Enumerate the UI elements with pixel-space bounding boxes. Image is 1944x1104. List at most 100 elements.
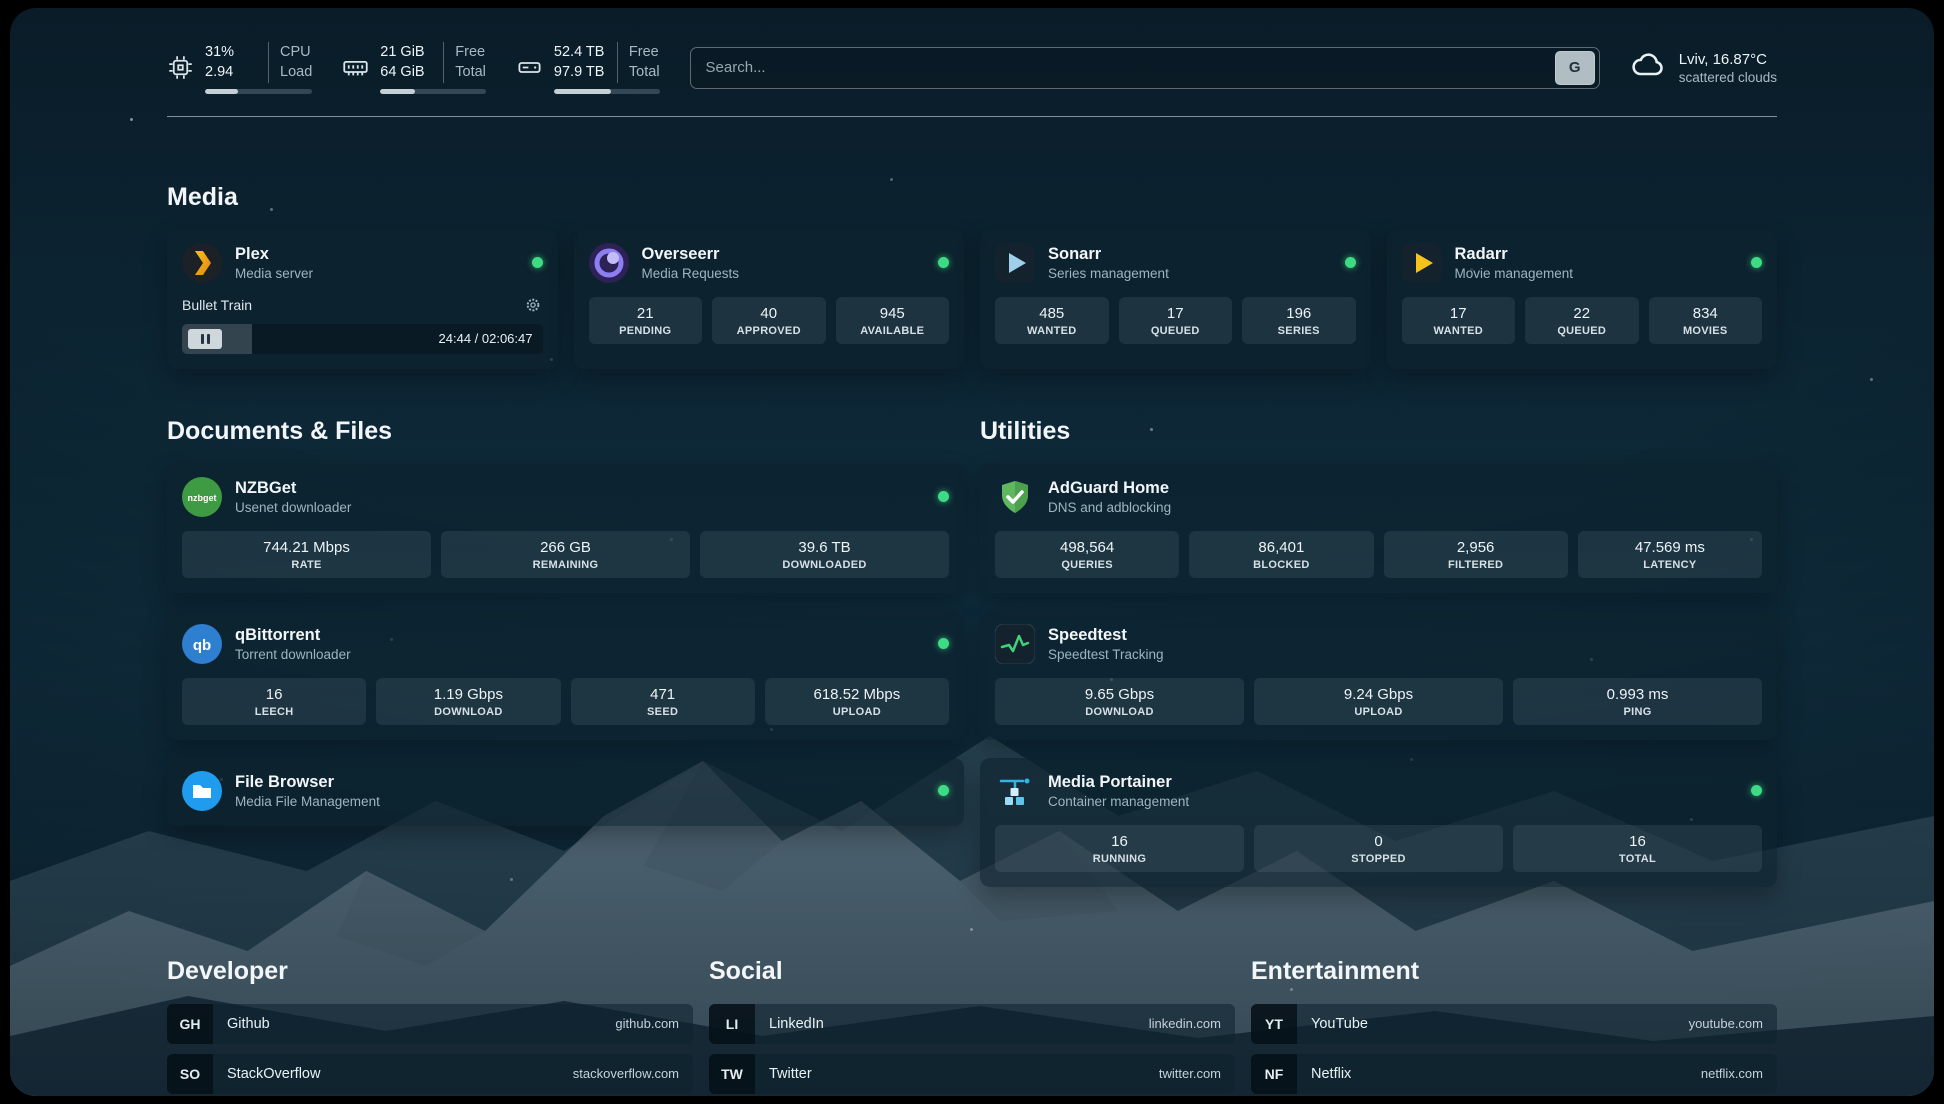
bookmark-netflix[interactable]: NF Netflix netflix.com <box>1251 1054 1777 1094</box>
cpu-load-label: Load <box>280 62 312 82</box>
radarr-icon <box>1402 243 1442 283</box>
stat-download: 9.65 Gbps DOWNLOAD <box>995 678 1244 725</box>
speedtest-icon <box>995 624 1035 664</box>
stat-queries: 498,564 QUERIES <box>995 531 1179 578</box>
cpu-progress-bar <box>205 89 312 94</box>
stat-stopped: 0 STOPPED <box>1254 825 1503 872</box>
bookmark-abbr: LI <box>709 1004 755 1044</box>
sonarr-card[interactable]: Sonarr Series management 485 WANTED 17 Q… <box>980 230 1371 369</box>
divider <box>443 42 444 83</box>
stat-remaining: 266 GB REMAINING <box>441 531 690 578</box>
bookmark-name: Github <box>227 1016 270 1032</box>
stat-upload: 9.24 Gbps UPLOAD <box>1254 678 1503 725</box>
bookmark-twitter[interactable]: TW Twitter twitter.com <box>709 1054 1235 1094</box>
memory-total-label: Total <box>455 62 486 82</box>
playback-progress-bar[interactable]: 24:44 / 02:06:47 <box>182 324 543 354</box>
social-column: Social LI LinkedIn linkedin.com TW Twitt… <box>709 957 1235 1096</box>
cpu-load: 2.94 <box>205 62 257 82</box>
bookmark-abbr: GH <box>167 1004 213 1044</box>
status-dot <box>938 257 949 268</box>
app-name: Overseerr <box>642 245 740 264</box>
stat-seed: 471 SEED <box>571 678 755 725</box>
portainer-crane-icon <box>995 771 1035 811</box>
bookmark-stackoverflow[interactable]: SO StackOverflow stackoverflow.com <box>167 1054 693 1094</box>
bookmark-name: LinkedIn <box>769 1016 824 1032</box>
weather-condition: scattered clouds <box>1679 70 1777 85</box>
bookmark-youtube[interactable]: YT YouTube youtube.com <box>1251 1004 1777 1044</box>
bookmark-linkedin[interactable]: LI LinkedIn linkedin.com <box>709 1004 1235 1044</box>
app-subtitle: Media Requests <box>642 266 740 281</box>
memory-widget: 21 GiB 64 GiB Free Total <box>342 42 486 94</box>
speedtest-card[interactable]: Speedtest Speedtest Tracking 9.65 Gbps D… <box>980 611 1777 740</box>
stat-approved: 40 APPROVED <box>712 297 826 344</box>
plex-card[interactable]: Plex Media server Bullet Train <box>167 230 558 369</box>
qbittorrent-card[interactable]: qb qBittorrent Torrent downloader 16 LEE… <box>167 611 964 740</box>
radarr-card[interactable]: Radarr Movie management 17 WANTED 22 QUE… <box>1387 230 1778 369</box>
section-title-social: Social <box>709 957 1235 986</box>
cpu-label: CPU <box>280 42 312 62</box>
stat-queued: 22 QUEUED <box>1525 297 1639 344</box>
memory-total: 64 GiB <box>380 62 432 82</box>
overseerr-card[interactable]: Overseerr Media Requests 21 PENDING 40 A… <box>574 230 965 369</box>
stat-queued: 17 QUEUED <box>1119 297 1233 344</box>
status-dot <box>532 257 543 268</box>
divider <box>268 42 269 83</box>
app-subtitle: Movie management <box>1455 266 1574 281</box>
bookmark-url: linkedin.com <box>1149 1016 1221 1031</box>
cloud-icon <box>1630 47 1666 88</box>
bookmark-abbr: SO <box>167 1054 213 1094</box>
pause-button[interactable] <box>188 329 222 349</box>
system-stats: 31% 2.94 CPU Load <box>167 42 660 94</box>
bookmark-url: stackoverflow.com <box>573 1066 679 1081</box>
app-name: Speedtest <box>1048 626 1164 645</box>
status-dot <box>938 638 949 649</box>
playback-time: 24:44 / 02:06:47 <box>439 331 533 346</box>
stat-blocked: 86,401 BLOCKED <box>1189 531 1373 578</box>
portainer-card[interactable]: Media Portainer Container management 16 … <box>980 758 1777 887</box>
nzbget-card[interactable]: nzbget NZBGet Usenet downloader 744.21 M… <box>167 464 964 593</box>
disk-progress-bar <box>554 89 660 94</box>
cpu-widget: 31% 2.94 CPU Load <box>167 42 312 94</box>
nzbget-icon: nzbget <box>182 477 222 517</box>
stat-filtered: 2,956 FILTERED <box>1384 531 1568 578</box>
status-dot <box>938 491 949 502</box>
search-bar: G <box>690 47 1600 89</box>
gear-icon[interactable] <box>523 295 543 315</box>
stat-leech: 16 LEECH <box>182 678 366 725</box>
section-title-developer: Developer <box>167 957 693 986</box>
plex-now-playing: Bullet Train 24:44 / 02:06:4 <box>182 295 543 354</box>
bookmark-github[interactable]: GH Github github.com <box>167 1004 693 1044</box>
app-subtitle: DNS and adblocking <box>1048 500 1171 515</box>
bookmark-url: github.com <box>615 1016 679 1031</box>
stat-wanted: 17 WANTED <box>1402 297 1516 344</box>
search-provider-button[interactable]: G <box>1555 51 1595 85</box>
stat-upload: 618.52 Mbps UPLOAD <box>765 678 949 725</box>
svg-text:nzbget: nzbget <box>188 493 217 503</box>
section-title-documents: Documents & Files <box>167 417 964 446</box>
filebrowser-card[interactable]: File Browser Media File Management <box>167 758 964 826</box>
documents-column: Documents & Files nzbget NZBGet Usenet d <box>167 417 964 844</box>
bookmark-name: Netflix <box>1311 1066 1351 1082</box>
bookmark-name: Twitter <box>769 1066 812 1082</box>
search-input[interactable] <box>706 59 1555 76</box>
bookmark-url: netflix.com <box>1701 1066 1763 1081</box>
stat-ping: 0.993 ms PING <box>1513 678 1762 725</box>
plex-icon <box>182 243 222 283</box>
disk-free-label: Free <box>629 42 660 62</box>
memory-free: 21 GiB <box>380 42 432 62</box>
adguard-card[interactable]: AdGuard Home DNS and adblocking 498,564 … <box>980 464 1777 593</box>
utilities-column: Utilities AdGuard Home <box>980 417 1777 905</box>
weather-location: Lviv, 16.87°C <box>1679 51 1777 68</box>
app-name: Plex <box>235 245 313 264</box>
developer-column: Developer GH Github github.com SO StackO… <box>167 957 693 1096</box>
stat-latency: 47.569 ms LATENCY <box>1578 531 1762 578</box>
cpu-percent: 31% <box>205 42 257 62</box>
bookmark-name: StackOverflow <box>227 1066 320 1082</box>
entertainment-column: Entertainment YT YouTube youtube.com NF … <box>1251 957 1777 1096</box>
memory-progress-bar <box>380 89 486 94</box>
disk-free: 52.4 TB <box>554 42 606 62</box>
app-name: Media Portainer <box>1048 773 1189 792</box>
stat-rate: 744.21 Mbps RATE <box>182 531 431 578</box>
overseerr-icon <box>589 243 629 283</box>
divider <box>617 42 618 83</box>
